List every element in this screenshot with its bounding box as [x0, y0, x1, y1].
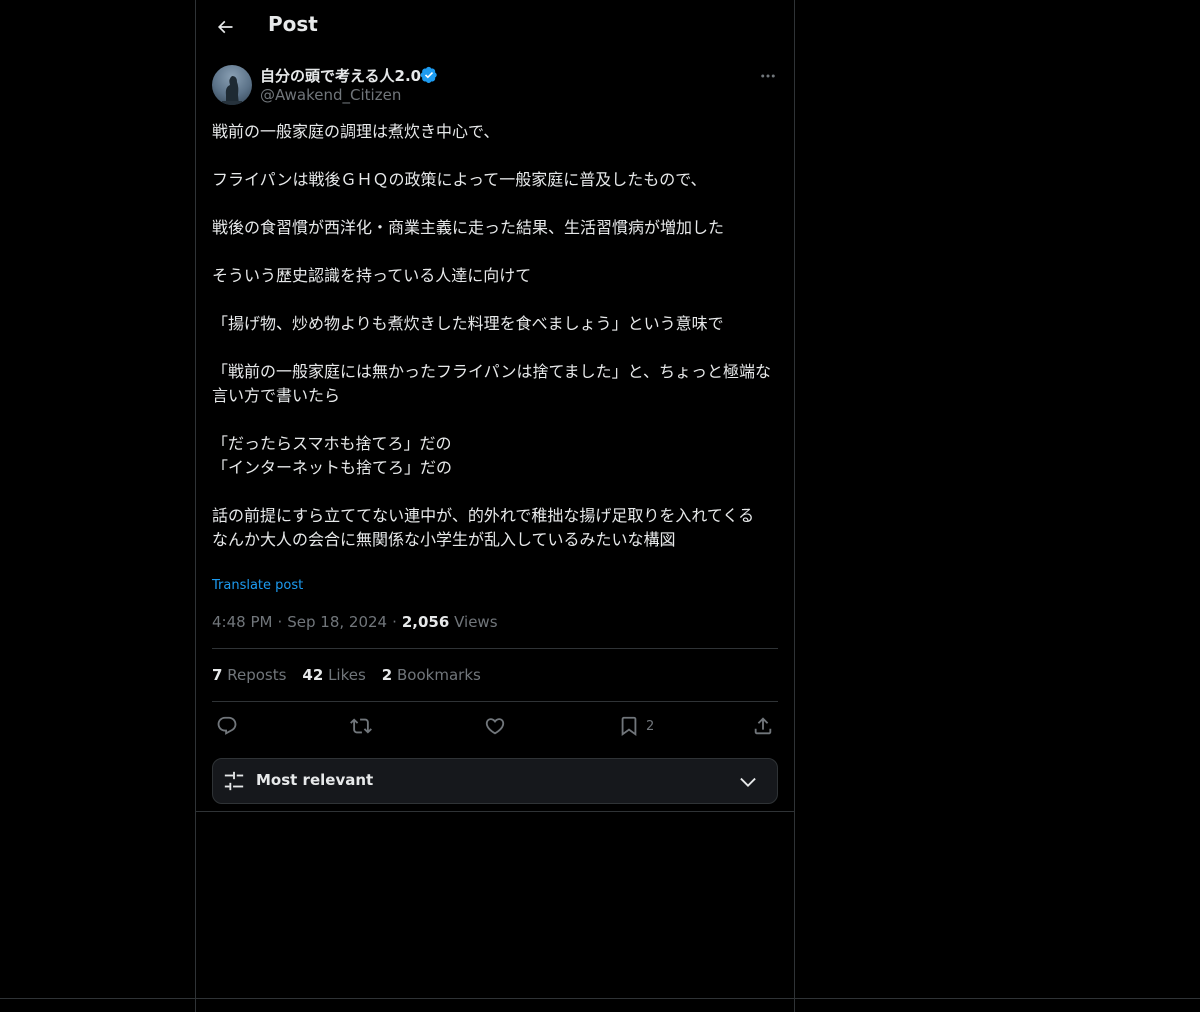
post-paragraph: 「戦前の一般家庭には無かったフライパンは捨てました」と、ちょっと極端な言い方で書… — [212, 362, 772, 405]
likes-stat[interactable]: 42 Likes — [302, 666, 365, 684]
post-paragraph: 「だったらスマホも捨てろ」だの 「インターネットも捨てろ」だの — [212, 434, 453, 477]
likes-label: Likes — [328, 666, 366, 684]
bookmarks-stat[interactable]: 2 Bookmarks — [382, 666, 481, 684]
repost-button[interactable] — [350, 712, 372, 740]
views-count: 2,056 — [401, 613, 450, 631]
bookmarks-label: Bookmarks — [397, 666, 481, 684]
views-label: Views — [454, 613, 498, 631]
post-paragraph: 戦前の一般家庭の調理は煮炊き中心で、 — [212, 122, 500, 141]
reposts-stat[interactable]: 7 Reposts — [212, 666, 286, 684]
reply-icon — [217, 716, 237, 735]
divider — [212, 648, 778, 649]
engagement-stats: 7 Reposts 42 Likes 2 Bookmarks — [212, 666, 497, 684]
sort-replies-dropdown[interactable]: Most relevant — [212, 758, 778, 804]
page-title: Post — [268, 12, 318, 36]
divider — [212, 701, 778, 702]
sort-filter-icon — [224, 771, 244, 791]
verified-badge-icon — [420, 66, 437, 84]
sort-label: Most relevant — [256, 771, 374, 789]
likes-count: 42 — [302, 666, 324, 684]
bookmark-icon — [621, 716, 637, 737]
repost-icon — [350, 718, 372, 734]
post-paragraph: フライパンは戦後ＧＨＱの政策によって一般家庭に普及したもので、 — [212, 170, 707, 189]
more-icon — [761, 74, 775, 78]
post-paragraph: 話の前提にすら立ててない連中が、的外れで稚拙な揚げ足取りを入れてくる なんか大人… — [212, 506, 755, 549]
more-options-button[interactable] — [754, 62, 782, 90]
post-paragraph: 「揚げ物、炒め物よりも煮炊きした料理を食べましょう」という意味で — [212, 314, 724, 333]
back-arrow-icon — [217, 20, 233, 34]
bookmarks-count: 2 — [381, 666, 393, 684]
bookmark-button[interactable]: 2 — [618, 712, 654, 740]
like-button[interactable] — [484, 712, 506, 740]
share-icon — [754, 717, 772, 735]
author-handle[interactable]: @Awakend_Citizen — [260, 86, 401, 104]
post-date[interactable]: Sep 18, 2024 — [287, 613, 387, 631]
post-paragraph: そういう歴史認識を持っている人達に向けて — [212, 266, 532, 285]
reply-button[interactable] — [216, 712, 238, 740]
post-text: 戦前の一般家庭の調理は煮炊き中心で、 フライパンは戦後ＧＨＱの政策によって一般家… — [212, 120, 778, 552]
share-button[interactable] — [752, 712, 774, 740]
bookmark-count: 2 — [646, 718, 655, 734]
translate-post-link[interactable]: Translate post — [212, 578, 303, 593]
post-meta: 4:48 PM · Sep 18, 2024 · 2,056 Views — [212, 613, 498, 631]
like-icon — [485, 718, 505, 735]
post-paragraph: 戦後の食習慣が西洋化・商業主義に走った結果、生活習慣病が増加した — [212, 218, 725, 237]
page-header: Post — [196, 0, 794, 54]
section-divider — [196, 811, 794, 812]
reposts-label: Reposts — [227, 666, 287, 684]
bottom-border — [0, 998, 1200, 999]
post-time[interactable]: 4:48 PM — [212, 613, 272, 631]
chevron-down-icon — [740, 777, 756, 787]
author-display-name[interactable]: 自分の頭で考える人2.0 — [260, 65, 421, 86]
reposts-count: 7 — [212, 666, 223, 684]
avatar[interactable] — [212, 65, 252, 105]
primary-column: Post 自分の頭で考える人2.0 @Awakend_Citizen 戦前の一般… — [195, 0, 795, 1012]
back-button[interactable] — [208, 10, 242, 44]
